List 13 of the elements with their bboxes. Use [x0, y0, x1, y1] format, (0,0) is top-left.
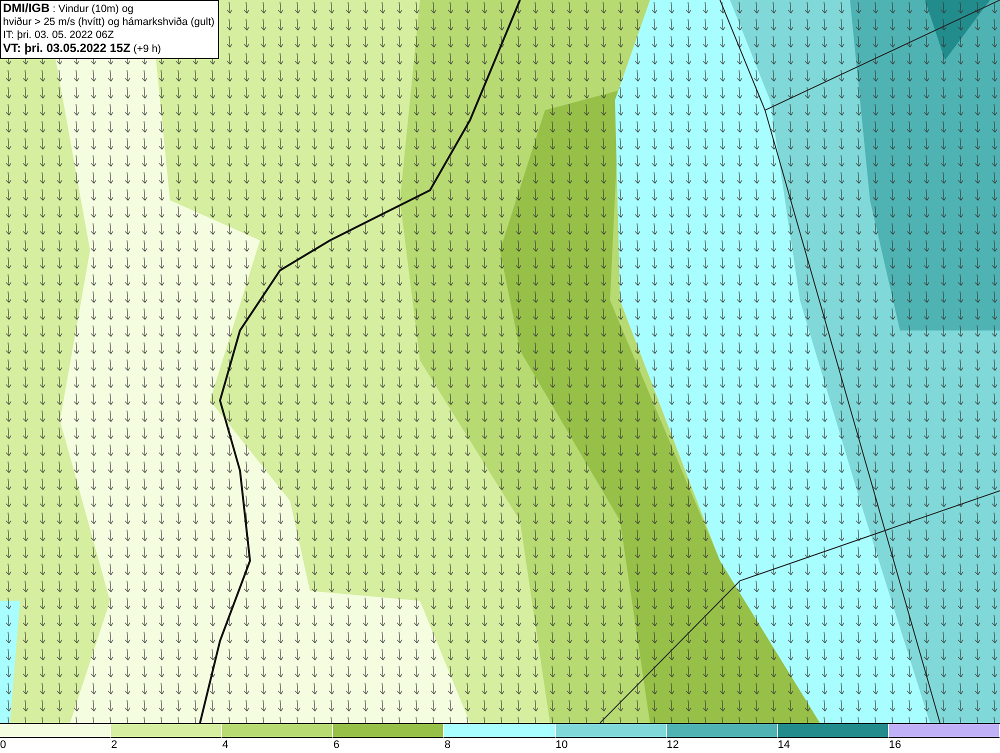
legend-text: hviður > 25 m/s (hvítt) og hámarkshviða (gult): [3, 16, 215, 29]
scale-label: 16: [888, 738, 902, 752]
legend-text: DMI/IGB : Vindur (10m) og: [3, 2, 135, 16]
scale-label: 12: [666, 738, 679, 752]
legend-text: IT: þri. 03. 05. 2022 06Z: [3, 29, 115, 42]
scale-label: 2: [111, 738, 118, 752]
scale-label: 6: [333, 738, 340, 752]
scale-label: 10: [556, 738, 568, 752]
scale-label: 4: [222, 738, 228, 752]
scale-label: 8: [444, 738, 451, 752]
legend-text: VT: þri. 03.05.2022 15Z (+9 h): [3, 42, 162, 56]
scale-label: 0: [0, 738, 6, 752]
scale-label: 14: [778, 738, 790, 752]
